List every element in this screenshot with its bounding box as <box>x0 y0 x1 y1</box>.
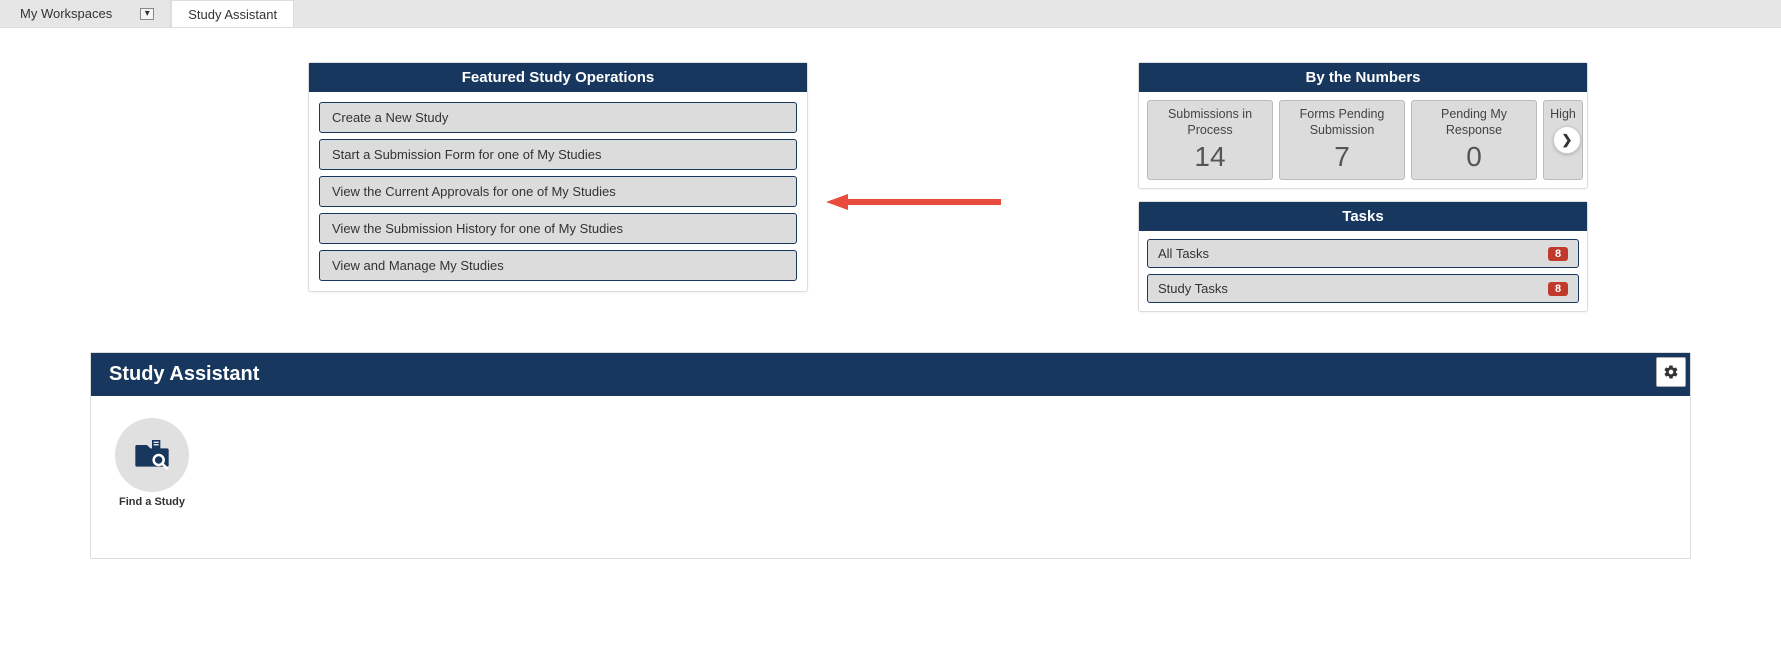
num-card-pending-my-response[interactable]: Pending My Response 0 <box>1411 100 1537 180</box>
task-row-all-tasks[interactable]: All Tasks 8 <box>1147 239 1579 268</box>
tile-find-a-study[interactable]: Find a Study <box>115 418 189 508</box>
task-row-study-tasks[interactable]: Study Tasks 8 <box>1147 274 1579 303</box>
task-count-badge: 8 <box>1548 247 1568 261</box>
right-column: By the Numbers Submissions in Process 14… <box>848 62 1588 312</box>
tile-caption: Find a Study <box>115 496 189 508</box>
scroll-next-button[interactable]: ❯ <box>1553 126 1581 154</box>
num-label: Submissions in Process <box>1152 107 1268 139</box>
op-view-manage-studies[interactable]: View and Manage My Studies <box>319 250 797 281</box>
task-label: All Tasks <box>1158 246 1209 261</box>
settings-button[interactable] <box>1656 357 1686 387</box>
panel-tasks: Tasks All Tasks 8 Study Tasks 8 <box>1138 201 1588 312</box>
panel-title: Tasks <box>1139 202 1587 231</box>
op-create-new-study[interactable]: Create a New Study <box>319 102 797 133</box>
num-label: Forms Pending Submission <box>1284 107 1400 139</box>
section-body: Find a Study <box>91 396 1690 558</box>
gear-icon <box>1663 364 1679 380</box>
panel-body: All Tasks 8 Study Tasks 8 <box>1139 231 1587 311</box>
op-start-submission-form[interactable]: Start a Submission Form for one of My St… <box>319 139 797 170</box>
top-row: Featured Study Operations Create a New S… <box>20 62 1761 312</box>
op-view-current-approvals[interactable]: View the Current Approvals for one of My… <box>319 176 797 207</box>
panel-by-the-numbers: By the Numbers Submissions in Process 14… <box>1138 62 1588 189</box>
tab-label: Study Assistant <box>188 7 277 22</box>
panel-title: By the Numbers <box>1139 63 1587 92</box>
num-value: 0 <box>1416 141 1532 173</box>
tab-bar: My Workspaces ▾ Study Assistant <box>0 0 1781 28</box>
op-view-submission-history[interactable]: View the Submission History for one of M… <box>319 213 797 244</box>
num-card-forms-pending-submission[interactable]: Forms Pending Submission 7 <box>1279 100 1405 180</box>
panel-title: Featured Study Operations <box>309 63 807 92</box>
section-study-assistant: Study Assistant <box>90 352 1691 559</box>
num-value: 14 <box>1152 141 1268 173</box>
panel-body: Submissions in Process 14 Forms Pending … <box>1139 92 1587 188</box>
content-area: Featured Study Operations Create a New S… <box>0 28 1781 599</box>
section-title: Study Assistant <box>109 363 259 385</box>
panel-body: Create a New Study Start a Submission Fo… <box>309 92 807 291</box>
task-label: Study Tasks <box>1158 281 1228 296</box>
tab-study-assistant[interactable]: Study Assistant <box>171 0 294 27</box>
panel-featured-operations: Featured Study Operations Create a New S… <box>308 62 808 292</box>
tab-label: My Workspaces <box>20 6 112 21</box>
num-card-submissions-in-process[interactable]: Submissions in Process 14 <box>1147 100 1273 180</box>
num-value: 7 <box>1284 141 1400 173</box>
folder-search-icon <box>132 435 172 475</box>
chevron-right-icon: ❯ <box>1562 132 1573 148</box>
tab-my-workspaces[interactable]: My Workspaces ▾ <box>4 0 171 27</box>
section-title-bar: Study Assistant <box>91 353 1690 396</box>
tile-icon-container <box>115 418 189 492</box>
num-label: Pending My Response <box>1416 107 1532 139</box>
task-count-badge: 8 <box>1548 282 1568 296</box>
chevron-down-icon[interactable]: ▾ <box>140 8 154 20</box>
